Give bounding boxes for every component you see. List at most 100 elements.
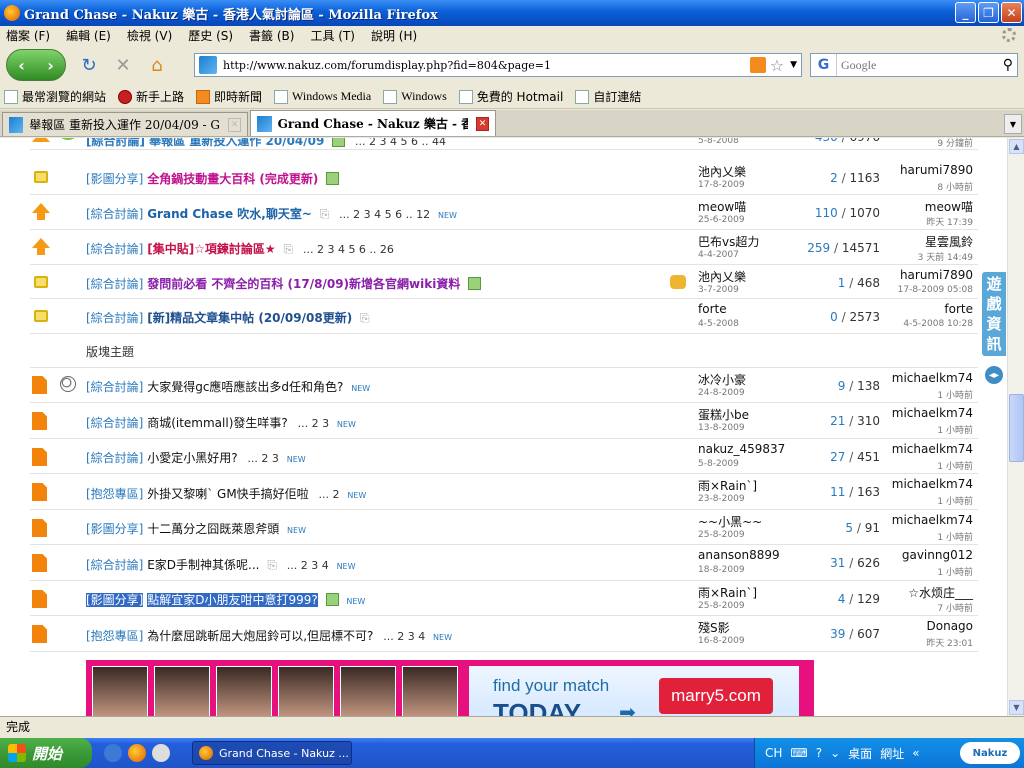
menu-bookmarks[interactable]: 書籤 (B) bbox=[249, 27, 294, 44]
thread-title-link[interactable]: 十二萬分之囧既萊恩斧頭 bbox=[147, 522, 279, 536]
bookmark-getting-started[interactable]: 新手上路 bbox=[118, 88, 184, 105]
table-row[interactable]: [綜合討論] 商城(itemmall)發生咩事? ... 2 3 NEW 蛋糕小… bbox=[30, 403, 978, 439]
minimize-button[interactable]: _ bbox=[955, 2, 976, 23]
tab-close-icon[interactable]: ✕ bbox=[476, 116, 489, 131]
category-link[interactable]: [綜合討論] bbox=[86, 311, 143, 325]
category-link[interactable]: [抱怨專區] bbox=[86, 487, 143, 501]
firefox-quicklaunch-icon[interactable] bbox=[128, 744, 146, 762]
table-row[interactable]: [影圖分享] 十二萬分之囧既萊恩斧頭 NEW ~~小黑~~ 25-8-2009 … bbox=[30, 510, 978, 545]
help-icon[interactable]: ? bbox=[816, 746, 822, 760]
page-links[interactable]: ... 2 3 4 bbox=[383, 630, 425, 643]
tray-expand-icon[interactable]: « bbox=[912, 746, 919, 760]
category-link[interactable]: [影圖分享] bbox=[86, 593, 144, 607]
scroll-up-icon[interactable]: ▲ bbox=[1009, 139, 1024, 154]
restore-button[interactable]: ❐ bbox=[978, 2, 999, 23]
back-arrow-icon[interactable]: ‹ bbox=[18, 56, 25, 75]
thread-title-link[interactable]: 全角鍋技動畫大百科 (完成更新) bbox=[147, 172, 318, 186]
author-link[interactable]: 殘S影 bbox=[698, 619, 730, 636]
thread-title-link[interactable]: 小愛定小黑好用? bbox=[147, 451, 237, 465]
category-link[interactable]: [綜合討論] bbox=[86, 380, 143, 394]
table-row[interactable]: [影圖分享] 點解宜家D小朋友咁中意打999? NEW 雨×Rain`] 25-… bbox=[30, 581, 978, 616]
category-link[interactable]: [綜合討論] bbox=[86, 416, 143, 430]
table-row[interactable]: [綜合討論] 舉報區 重新投入運作 20/04/09 ... 2 3 4 5 6… bbox=[30, 138, 978, 150]
rss-feed-icon[interactable] bbox=[749, 57, 766, 73]
bookmark-hotmail[interactable]: 免費的 Hotmail bbox=[458, 88, 563, 105]
thread-title-link[interactable]: [新]精品文章集中帖 (20/09/08更新) bbox=[147, 311, 352, 325]
home-icon[interactable]: ⌂ bbox=[146, 54, 168, 76]
author-link[interactable]: 冰冷小豪 bbox=[698, 371, 746, 388]
menu-tools[interactable]: 工具 (T) bbox=[310, 27, 355, 44]
category-link[interactable]: [影圖分享] bbox=[86, 172, 143, 186]
reload-icon[interactable]: ↻ bbox=[78, 54, 100, 76]
author-link[interactable]: nakuz_459837 bbox=[698, 442, 785, 456]
author-link[interactable]: meow喵 bbox=[698, 198, 746, 215]
thread-title-link[interactable]: E家D手制神其係呢... bbox=[147, 558, 259, 572]
start-button[interactable]: 開始 bbox=[0, 738, 92, 768]
page-links[interactable]: ... 2 3 bbox=[298, 417, 329, 430]
author-link[interactable]: 巴布vs超力 bbox=[698, 233, 759, 250]
bookmark-star-icon[interactable]: ☆ bbox=[770, 56, 784, 75]
thread-title-link[interactable]: 點解宜家D小朋友咁中意打999? bbox=[147, 593, 318, 607]
category-link[interactable]: [抱怨專區] bbox=[86, 629, 143, 643]
search-icon[interactable]: ⚲ bbox=[1003, 57, 1013, 73]
last-poster-link[interactable]: ☆水烦庄___ bbox=[873, 584, 973, 601]
nakuz-logo[interactable]: Nakuz bbox=[960, 742, 1020, 764]
table-row[interactable]: [綜合討論] 發問前必看 不齊全的百科 (17/8/09)新增各官網wiki資料… bbox=[30, 265, 978, 299]
bookmark-windows[interactable]: Windows bbox=[383, 89, 447, 104]
keyboard-icon[interactable]: ⌨ bbox=[790, 746, 807, 760]
game-info-side-tab[interactable]: 遊戲資訊 bbox=[982, 272, 1006, 356]
table-row[interactable]: [綜合討論] 大家覺得gc應唔應該出多d任和角色? NEW 冰冷小豪 24-8-… bbox=[30, 368, 978, 403]
page-links[interactable]: ... 2 bbox=[319, 488, 340, 501]
author-link[interactable]: 池內乂樂 bbox=[698, 268, 746, 285]
ad-brand-button[interactable]: marry5.com bbox=[659, 678, 773, 714]
network-toolbar-label[interactable]: 網址 bbox=[880, 745, 904, 762]
thread-title-link[interactable]: 商城(itemmall)發生咩事? bbox=[147, 416, 288, 430]
close-button[interactable]: ✕ bbox=[1001, 2, 1022, 23]
bookmark-custom-links[interactable]: 自訂連結 bbox=[575, 88, 641, 105]
desktop-toolbar-label[interactable]: 桌面 bbox=[848, 745, 872, 762]
last-poster-link[interactable]: michaelkm74 bbox=[873, 442, 973, 456]
advertisement-banner[interactable]: find your match TODAY ➡ marry5.com bbox=[86, 660, 814, 716]
page-links[interactable]: ... 2 3 bbox=[247, 452, 278, 465]
search-input[interactable] bbox=[837, 57, 987, 73]
forward-arrow-icon[interactable]: › bbox=[47, 56, 54, 75]
search-bar[interactable]: G ⚲ bbox=[810, 53, 1018, 77]
category-link[interactable]: [綜合討論] bbox=[86, 451, 143, 465]
language-indicator[interactable]: CH bbox=[765, 746, 782, 760]
table-row[interactable]: [綜合討論] 小愛定小黑好用? ... 2 3 NEW nakuz_459837… bbox=[30, 439, 978, 474]
last-poster-link[interactable]: Donago bbox=[873, 619, 974, 633]
vertical-scrollbar[interactable]: ▲ ▼ bbox=[1007, 138, 1024, 716]
last-poster-link[interactable]: 星雲風鈴 bbox=[873, 233, 973, 250]
thread-title-link[interactable]: 外掛又黎喇` GM快手搞好佢啦 bbox=[147, 487, 308, 501]
google-engine-icon[interactable]: G bbox=[811, 54, 837, 76]
bookmark-news[interactable]: 即時新聞 bbox=[196, 88, 262, 105]
last-poster-link[interactable]: meow喵 bbox=[873, 198, 973, 215]
author-link[interactable]: forte bbox=[698, 302, 727, 316]
tab-close-icon[interactable]: ✕ bbox=[228, 117, 241, 132]
author-link[interactable]: ~~小黑~~ bbox=[698, 513, 762, 530]
category-link[interactable]: [綜合討論] bbox=[86, 558, 143, 572]
menu-view[interactable]: 檢視 (V) bbox=[127, 27, 172, 44]
page-links[interactable]: ... 2 3 4 5 6 .. 26 bbox=[303, 243, 394, 256]
media-player-quicklaunch-icon[interactable] bbox=[152, 744, 170, 762]
url-bar[interactable]: http://www.nakuz.com/forumdisplay.php?fi… bbox=[194, 53, 802, 77]
author-link[interactable]: 雨×Rain`] bbox=[698, 584, 757, 601]
stop-icon[interactable]: ✕ bbox=[112, 54, 134, 76]
page-links[interactable]: ... 2 3 4 bbox=[287, 559, 329, 572]
bookmark-most-visited[interactable]: 最常瀏覽的網站 bbox=[4, 88, 106, 105]
last-poster-link[interactable]: michaelkm74 bbox=[873, 477, 973, 491]
url-text[interactable]: http://www.nakuz.com/forumdisplay.php?fi… bbox=[223, 59, 750, 72]
thread-title-link[interactable]: 為什麼屈跳斬屈大炮屈鈴可以,但屈標不可? bbox=[147, 629, 373, 643]
author-link[interactable]: 雨×Rain`] bbox=[698, 477, 757, 494]
table-row[interactable]: [抱怨專區] 為什麼屈跳斬屈大炮屈鈴可以,但屈標不可? ... 2 3 4 NE… bbox=[30, 616, 978, 652]
category-link[interactable]: [綜合討論] bbox=[86, 207, 143, 221]
table-row[interactable]: [影圖分享] 全角鍋技動畫大百科 (完成更新) 池內乂樂 17-8-2009 2… bbox=[30, 160, 978, 195]
last-poster-link[interactable]: forte bbox=[873, 302, 973, 316]
scroll-down-icon[interactable]: ▼ bbox=[1009, 700, 1024, 715]
menu-history[interactable]: 歷史 (S) bbox=[188, 27, 233, 44]
category-link[interactable]: [綜合討論] bbox=[86, 242, 143, 256]
table-row[interactable]: [綜合討論] E家D手制神其係呢... ⎘ ... 2 3 4 NEW anan… bbox=[30, 545, 978, 581]
page-links[interactable]: ... 2 3 4 5 6 .. 44 bbox=[355, 138, 446, 148]
last-poster-link[interactable]: gavinng012 bbox=[873, 548, 973, 562]
thread-title-link[interactable]: 發問前必看 不齊全的百科 (17/8/09)新增各官網wiki資料 bbox=[147, 277, 460, 291]
